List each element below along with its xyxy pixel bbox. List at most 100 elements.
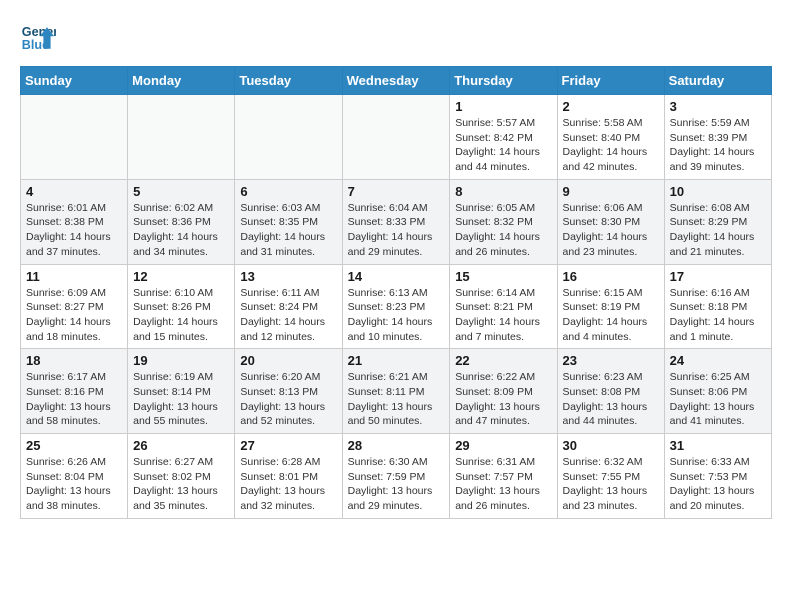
day-info: Sunrise: 6:17 AM Sunset: 8:16 PM Dayligh… xyxy=(26,370,122,429)
day-number: 31 xyxy=(670,438,766,453)
header-cell-monday: Monday xyxy=(128,67,235,95)
day-number: 8 xyxy=(455,184,551,199)
day-info: Sunrise: 6:25 AM Sunset: 8:06 PM Dayligh… xyxy=(670,370,766,429)
day-number: 6 xyxy=(240,184,336,199)
header-row: SundayMondayTuesdayWednesdayThursdayFrid… xyxy=(21,67,772,95)
day-info: Sunrise: 6:15 AM Sunset: 8:19 PM Dayligh… xyxy=(563,286,659,345)
day-info: Sunrise: 6:16 AM Sunset: 8:18 PM Dayligh… xyxy=(670,286,766,345)
logo: General Blue xyxy=(20,20,56,56)
day-info: Sunrise: 5:59 AM Sunset: 8:39 PM Dayligh… xyxy=(670,116,766,175)
day-number: 20 xyxy=(240,353,336,368)
day-cell: 8 Sunrise: 6:05 AM Sunset: 8:32 PM Daylig… xyxy=(450,179,557,264)
day-number: 28 xyxy=(348,438,445,453)
week-row-5: 25 Sunrise: 6:26 AM Sunset: 8:04 PM Dayli… xyxy=(21,434,772,519)
day-info: Sunrise: 6:10 AM Sunset: 8:26 PM Dayligh… xyxy=(133,286,229,345)
week-row-2: 4 Sunrise: 6:01 AM Sunset: 8:38 PM Daylig… xyxy=(21,179,772,264)
header-cell-tuesday: Tuesday xyxy=(235,67,342,95)
day-info: Sunrise: 6:22 AM Sunset: 8:09 PM Dayligh… xyxy=(455,370,551,429)
day-info: Sunrise: 6:02 AM Sunset: 8:36 PM Dayligh… xyxy=(133,201,229,260)
day-info: Sunrise: 6:26 AM Sunset: 8:04 PM Dayligh… xyxy=(26,455,122,514)
day-cell: 2 Sunrise: 5:58 AM Sunset: 8:40 PM Daylig… xyxy=(557,95,664,180)
day-number: 24 xyxy=(670,353,766,368)
day-cell: 14 Sunrise: 6:13 AM Sunset: 8:23 PM Dayli… xyxy=(342,264,450,349)
day-info: Sunrise: 6:08 AM Sunset: 8:29 PM Dayligh… xyxy=(670,201,766,260)
day-cell: 28 Sunrise: 6:30 AM Sunset: 7:59 PM Dayli… xyxy=(342,434,450,519)
week-row-1: 1Sunrise: 5:57 AM Sunset: 8:42 PM Daylig… xyxy=(21,95,772,180)
logo-icon: General Blue xyxy=(20,20,56,56)
day-number: 26 xyxy=(133,438,229,453)
day-number: 27 xyxy=(240,438,336,453)
day-number: 14 xyxy=(348,269,445,284)
day-cell: 12 Sunrise: 6:10 AM Sunset: 8:26 PM Dayli… xyxy=(128,264,235,349)
day-number: 30 xyxy=(563,438,659,453)
header-cell-friday: Friday xyxy=(557,67,664,95)
day-cell: 10 Sunrise: 6:08 AM Sunset: 8:29 PM Dayli… xyxy=(664,179,771,264)
day-cell xyxy=(128,95,235,180)
day-cell: 15 Sunrise: 6:14 AM Sunset: 8:21 PM Dayli… xyxy=(450,264,557,349)
day-cell: 18 Sunrise: 6:17 AM Sunset: 8:16 PM Dayli… xyxy=(21,349,128,434)
header-cell-sunday: Sunday xyxy=(21,67,128,95)
day-cell: 27 Sunrise: 6:28 AM Sunset: 8:01 PM Dayli… xyxy=(235,434,342,519)
day-number: 4 xyxy=(26,184,122,199)
day-number: 9 xyxy=(563,184,659,199)
day-info: Sunrise: 6:11 AM Sunset: 8:24 PM Dayligh… xyxy=(240,286,336,345)
day-number: 25 xyxy=(26,438,122,453)
day-info: Sunrise: 6:03 AM Sunset: 8:35 PM Dayligh… xyxy=(240,201,336,260)
day-cell: 13Sunrise: 6:11 AM Sunset: 8:24 PM Dayli… xyxy=(235,264,342,349)
day-info: Sunrise: 6:32 AM Sunset: 7:55 PM Dayligh… xyxy=(563,455,659,514)
day-info: Sunrise: 5:57 AM Sunset: 8:42 PM Dayligh… xyxy=(455,116,551,175)
header-cell-wednesday: Wednesday xyxy=(342,67,450,95)
day-cell: 30 Sunrise: 6:32 AM Sunset: 7:55 PM Dayli… xyxy=(557,434,664,519)
day-info: Sunrise: 6:09 AM Sunset: 8:27 PM Dayligh… xyxy=(26,286,122,345)
day-cell: 21Sunrise: 6:21 AM Sunset: 8:11 PM Dayli… xyxy=(342,349,450,434)
day-info: Sunrise: 6:14 AM Sunset: 8:21 PM Dayligh… xyxy=(455,286,551,345)
calendar-body: 1Sunrise: 5:57 AM Sunset: 8:42 PM Daylig… xyxy=(21,95,772,519)
day-cell xyxy=(235,95,342,180)
day-info: Sunrise: 6:06 AM Sunset: 8:30 PM Dayligh… xyxy=(563,201,659,260)
day-cell: 29Sunrise: 6:31 AM Sunset: 7:57 PM Dayli… xyxy=(450,434,557,519)
day-cell: 16 Sunrise: 6:15 AM Sunset: 8:19 PM Dayli… xyxy=(557,264,664,349)
week-row-3: 11 Sunrise: 6:09 AM Sunset: 8:27 PM Dayli… xyxy=(21,264,772,349)
day-cell: 20Sunrise: 6:20 AM Sunset: 8:13 PM Dayli… xyxy=(235,349,342,434)
day-cell: 3Sunrise: 5:59 AM Sunset: 8:39 PM Daylig… xyxy=(664,95,771,180)
day-cell: 23 Sunrise: 6:23 AM Sunset: 8:08 PM Dayli… xyxy=(557,349,664,434)
day-cell: 5 Sunrise: 6:02 AM Sunset: 8:36 PM Daylig… xyxy=(128,179,235,264)
day-info: Sunrise: 6:33 AM Sunset: 7:53 PM Dayligh… xyxy=(670,455,766,514)
day-info: Sunrise: 6:01 AM Sunset: 8:38 PM Dayligh… xyxy=(26,201,122,260)
page-header: General Blue xyxy=(20,20,772,56)
day-info: Sunrise: 6:05 AM Sunset: 8:32 PM Dayligh… xyxy=(455,201,551,260)
day-info: Sunrise: 6:23 AM Sunset: 8:08 PM Dayligh… xyxy=(563,370,659,429)
day-number: 5 xyxy=(133,184,229,199)
day-info: Sunrise: 6:28 AM Sunset: 8:01 PM Dayligh… xyxy=(240,455,336,514)
day-info: Sunrise: 6:19 AM Sunset: 8:14 PM Dayligh… xyxy=(133,370,229,429)
calendar-table: SundayMondayTuesdayWednesdayThursdayFrid… xyxy=(20,66,772,519)
day-number: 12 xyxy=(133,269,229,284)
day-number: 10 xyxy=(670,184,766,199)
header-cell-thursday: Thursday xyxy=(450,67,557,95)
day-info: Sunrise: 6:04 AM Sunset: 8:33 PM Dayligh… xyxy=(348,201,445,260)
day-number: 21 xyxy=(348,353,445,368)
day-cell: 22 Sunrise: 6:22 AM Sunset: 8:09 PM Dayli… xyxy=(450,349,557,434)
day-number: 15 xyxy=(455,269,551,284)
day-number: 18 xyxy=(26,353,122,368)
calendar-header: SundayMondayTuesdayWednesdayThursdayFrid… xyxy=(21,67,772,95)
day-cell: 25 Sunrise: 6:26 AM Sunset: 8:04 PM Dayli… xyxy=(21,434,128,519)
day-cell: 6 Sunrise: 6:03 AM Sunset: 8:35 PM Daylig… xyxy=(235,179,342,264)
day-number: 23 xyxy=(563,353,659,368)
header-cell-saturday: Saturday xyxy=(664,67,771,95)
day-info: Sunrise: 6:13 AM Sunset: 8:23 PM Dayligh… xyxy=(348,286,445,345)
day-cell xyxy=(342,95,450,180)
day-cell: 4 Sunrise: 6:01 AM Sunset: 8:38 PM Daylig… xyxy=(21,179,128,264)
day-number: 11 xyxy=(26,269,122,284)
day-number: 2 xyxy=(563,99,659,114)
day-cell: 7 Sunrise: 6:04 AM Sunset: 8:33 PM Daylig… xyxy=(342,179,450,264)
day-number: 7 xyxy=(348,184,445,199)
day-number: 16 xyxy=(563,269,659,284)
day-cell: 19Sunrise: 6:19 AM Sunset: 8:14 PM Dayli… xyxy=(128,349,235,434)
day-info: Sunrise: 5:58 AM Sunset: 8:40 PM Dayligh… xyxy=(563,116,659,175)
day-cell: 9 Sunrise: 6:06 AM Sunset: 8:30 PM Daylig… xyxy=(557,179,664,264)
day-info: Sunrise: 6:30 AM Sunset: 7:59 PM Dayligh… xyxy=(348,455,445,514)
week-row-4: 18 Sunrise: 6:17 AM Sunset: 8:16 PM Dayli… xyxy=(21,349,772,434)
day-info: Sunrise: 6:31 AM Sunset: 7:57 PM Dayligh… xyxy=(455,455,551,514)
day-number: 22 xyxy=(455,353,551,368)
